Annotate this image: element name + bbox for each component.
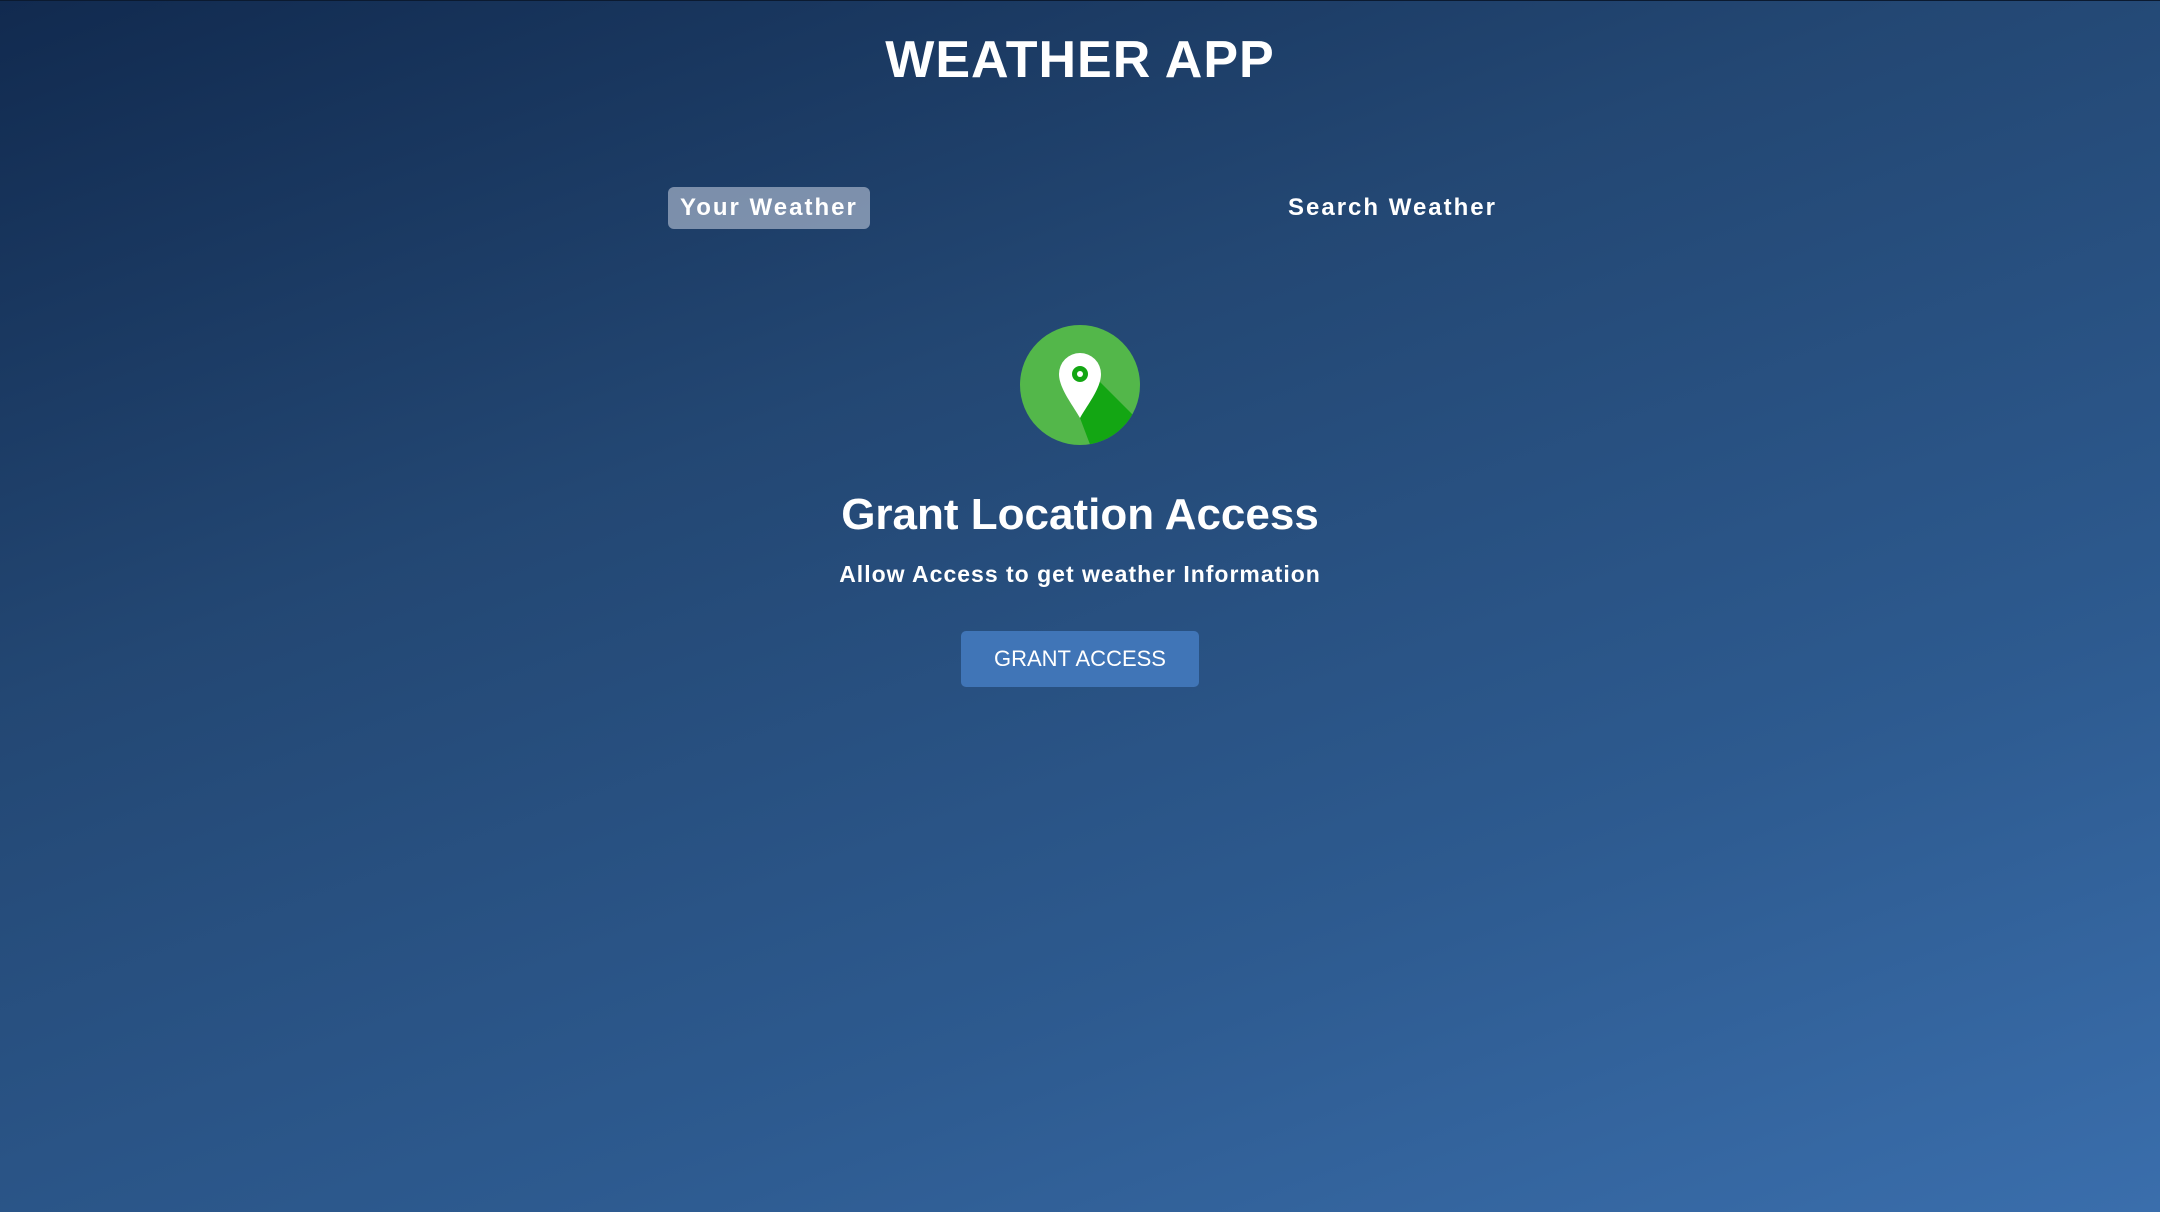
location-pin-icon (1020, 325, 1140, 445)
top-border (0, 0, 2160, 1)
tab-search-weather[interactable]: Search Weather (1276, 187, 1509, 229)
tab-your-weather[interactable]: Your Weather (668, 187, 870, 229)
app-title: WEATHER APP (885, 31, 1275, 89)
grant-subtitle: Allow Access to get weather Information (839, 561, 1321, 587)
grant-access-button[interactable]: GRANT ACCESS (961, 631, 1199, 687)
grant-title: Grant Location Access (841, 490, 1319, 539)
